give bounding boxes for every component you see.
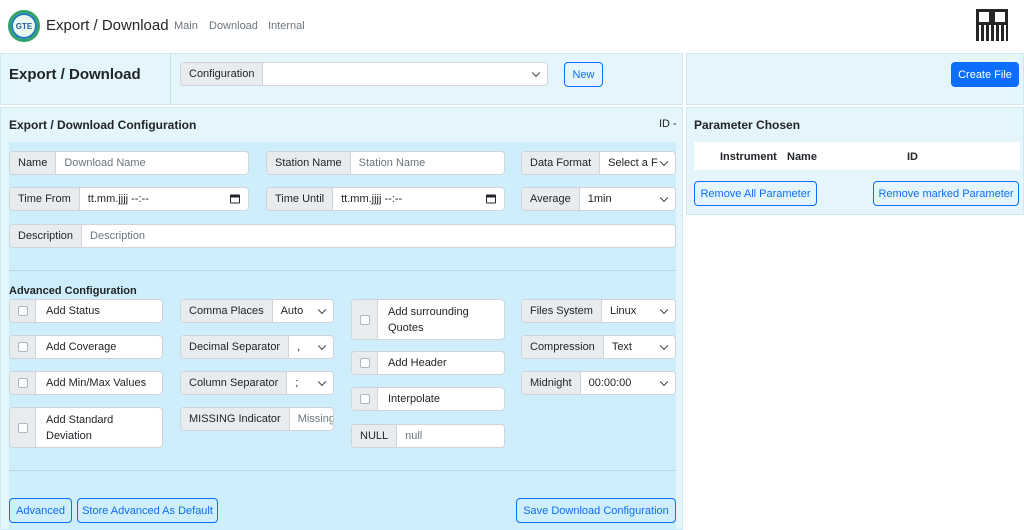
time-from-group: Time From tt.mm.jjjj --:-- (9, 187, 249, 211)
configuration-id: ID - (659, 118, 677, 130)
decimal-separator-label: Decimal Separator (181, 336, 290, 358)
data-format-group: Data Format Select a F (521, 151, 676, 175)
checkbox-icon[interactable] (359, 314, 370, 325)
station-name-label: Station Name (267, 152, 351, 174)
chevron-down-icon (531, 68, 541, 78)
create-file-button[interactable]: Create File (951, 62, 1019, 87)
time-from-input[interactable]: tt.mm.jjjj --:-- (79, 188, 248, 210)
station-name-input[interactable]: Station Name (350, 152, 504, 174)
decimal-separator-group: Decimal Separator , (180, 335, 334, 359)
files-system-group: Files System Linux (521, 299, 676, 323)
missing-indicator-input[interactable]: Missing (289, 408, 333, 430)
average-label: Average (522, 188, 580, 210)
midnight-select[interactable]: 00:00:00 (580, 372, 675, 394)
column-name: Name (787, 151, 817, 163)
time-until-label: Time Until (267, 188, 334, 210)
comma-places-label: Comma Places (181, 300, 273, 322)
comma-places-group: Comma Places Auto (180, 299, 334, 323)
description-input[interactable]: Description (82, 225, 675, 247)
comma-places-select[interactable]: Auto (272, 300, 333, 322)
chevron-down-icon (317, 305, 327, 315)
add-status-checkbox[interactable]: Add Status (9, 299, 163, 323)
name-input[interactable]: Download Name (56, 152, 248, 174)
new-configuration-button[interactable]: New (564, 62, 603, 87)
checkbox-icon[interactable] (17, 342, 28, 352)
column-separator-group: Column Separator ; (180, 371, 334, 395)
advanced-title: Advanced Configuration (9, 285, 137, 297)
interpolate-checkbox[interactable]: Interpolate (351, 387, 505, 411)
add-coverage-checkbox[interactable]: Add Coverage (9, 335, 163, 359)
save-configuration-button[interactable]: Save Download Configuration (516, 498, 676, 523)
remove-all-parameter-button[interactable]: Remove All Parameter (694, 181, 817, 206)
missing-indicator-label: MISSING Indicator (181, 408, 290, 430)
checkbox-icon[interactable] (359, 358, 370, 368)
configuration-title: Export / Download Configuration (9, 118, 197, 132)
checkbox-icon[interactable] (17, 306, 28, 316)
configuration-select[interactable] (263, 63, 547, 85)
chevron-down-icon (659, 341, 669, 351)
data-format-select[interactable]: Select a F (600, 152, 675, 174)
header-divider (170, 53, 171, 105)
divider (9, 270, 676, 271)
add-minmax-checkbox[interactable]: Add Min/Max Values (9, 371, 163, 395)
name-input-group: Name Download Name (9, 151, 249, 175)
checkbox-icon[interactable] (17, 378, 28, 388)
time-until-group: Time Until tt.mm.jjjj --:-- (266, 187, 505, 211)
remove-marked-parameter-button[interactable]: Remove marked Parameter (873, 181, 1019, 206)
column-instrument: Instrument (720, 151, 777, 163)
chevron-down-icon (659, 305, 669, 315)
midnight-group: Midnight 00:00:00 (521, 371, 676, 395)
column-id: ID (907, 151, 918, 163)
nav-link-main[interactable]: Main (174, 20, 198, 32)
calendar-icon[interactable] (486, 194, 496, 204)
chevron-down-icon (659, 193, 669, 203)
compression-label: Compression (522, 336, 604, 358)
store-advanced-default-button[interactable]: Store Advanced As Default (77, 498, 218, 523)
null-label: NULL (352, 425, 398, 447)
checkbox-icon[interactable] (359, 394, 370, 404)
divider (9, 470, 676, 471)
configuration-select-group: Configuration (180, 62, 548, 86)
compression-group: Compression Text (521, 335, 676, 359)
name-label: Name (10, 152, 57, 174)
files-system-select[interactable]: Linux (601, 300, 675, 322)
column-separator-select[interactable]: ; (287, 372, 333, 394)
null-input[interactable]: null (397, 425, 504, 447)
chevron-down-icon (317, 341, 327, 351)
parameter-title: Parameter Chosen (694, 118, 801, 132)
add-std-deviation-checkbox[interactable]: Add Standard Deviation (9, 407, 163, 448)
average-group: Average 1min (521, 187, 676, 211)
missing-indicator-group: MISSING Indicator Missing (180, 407, 334, 431)
average-select[interactable]: 1min (579, 188, 675, 210)
data-format-label: Data Format (522, 152, 601, 174)
chevron-down-icon (659, 377, 669, 387)
checkbox-icon[interactable] (17, 422, 28, 433)
chevron-down-icon (317, 377, 327, 387)
add-quotes-checkbox[interactable]: Add surrounding Quotes (351, 299, 505, 340)
app-logo[interactable]: GTE (8, 10, 40, 42)
midnight-label: Midnight (522, 372, 581, 394)
decimal-separator-select[interactable]: , (289, 336, 333, 358)
configuration-label: Configuration (181, 63, 264, 85)
qr-code-icon (976, 9, 1008, 41)
station-name-input-group: Station Name Station Name (266, 151, 505, 175)
time-from-label: Time From (10, 188, 80, 210)
add-header-checkbox[interactable]: Add Header (351, 351, 505, 375)
nav-link-internal[interactable]: Internal (268, 20, 305, 32)
compression-select[interactable]: Text (603, 336, 675, 358)
chevron-down-icon (659, 157, 669, 167)
page-title: Export / Download (9, 66, 141, 83)
description-label: Description (10, 225, 83, 247)
column-separator-label: Column Separator (181, 372, 288, 394)
navbar-brand[interactable]: Export / Download (46, 17, 169, 34)
files-system-label: Files System (522, 300, 602, 322)
description-group: Description Description (9, 224, 676, 248)
nav-link-download[interactable]: Download (209, 20, 258, 32)
calendar-icon[interactable] (230, 194, 240, 204)
advanced-toggle-button[interactable]: Advanced (9, 498, 72, 523)
time-until-input[interactable]: tt.mm.jjjj --:-- (333, 188, 504, 210)
null-group: NULL null (351, 424, 505, 448)
